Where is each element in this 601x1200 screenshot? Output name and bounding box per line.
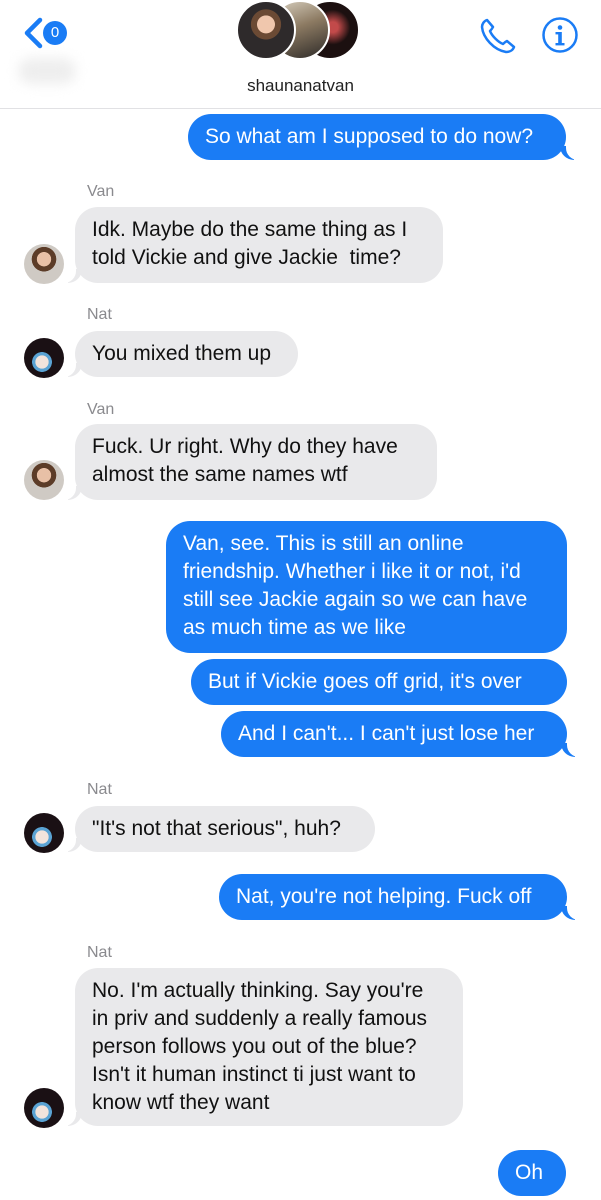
message-bubble-outgoing[interactable]: But if Vickie goes off grid, it's over [191, 659, 567, 705]
sender-label: Nat [87, 306, 112, 323]
bubble-tail [561, 904, 579, 920]
message-bubble-outgoing[interactable]: Oh [498, 1150, 566, 1196]
chevron-left-icon [24, 17, 43, 49]
avatar-van[interactable] [24, 460, 64, 500]
message-bubble-incoming[interactable]: No. I'm actually thinking. Say you're in… [75, 968, 463, 1126]
back-button[interactable]: 0 [22, 13, 74, 53]
avatar-nat[interactable] [24, 1088, 64, 1128]
unread-count-badge: 0 [43, 21, 67, 45]
bubble-tail [64, 267, 82, 283]
bubble-tail [561, 741, 579, 757]
conversation-header: 0 shaunanatvan [0, 0, 601, 109]
message-bubble-outgoing[interactable]: And I can't... I can't just lose her [221, 711, 567, 757]
sender-label: Nat [87, 781, 112, 798]
sender-label: Van [87, 183, 115, 200]
bubble-tail [64, 484, 82, 500]
avatar-nat[interactable] [24, 813, 64, 853]
bubble-tail [64, 361, 82, 377]
avatar-van[interactable] [24, 244, 64, 284]
message-bubble-outgoing[interactable]: So what am I supposed to do now? [188, 114, 566, 160]
bubble-tail [560, 144, 578, 160]
message-bubble-incoming[interactable]: Fuck. Ur right. Why do they have almost … [75, 424, 437, 500]
message-bubble-outgoing[interactable]: Nat, you're not helping. Fuck off [219, 874, 567, 920]
group-avatars[interactable] [236, 0, 366, 64]
message-bubble-incoming[interactable]: Idk. Maybe do the same thing as I told V… [75, 207, 443, 283]
avatar-nat[interactable] [24, 338, 64, 378]
phone-icon[interactable] [478, 16, 518, 56]
sender-label: Nat [87, 944, 112, 961]
group-name[interactable]: shaunanatvan [0, 76, 601, 96]
sender-label: Van [87, 401, 115, 418]
bubble-tail [64, 836, 82, 852]
bubble-tail [64, 1110, 82, 1126]
message-bubble-outgoing[interactable]: Van, see. This is still an online friend… [166, 521, 567, 653]
group-avatar [236, 0, 296, 60]
message-bubble-incoming[interactable]: You mixed them up [75, 331, 298, 377]
message-bubble-incoming[interactable]: "It's not that serious", huh? [75, 806, 375, 852]
info-icon[interactable] [541, 16, 579, 54]
